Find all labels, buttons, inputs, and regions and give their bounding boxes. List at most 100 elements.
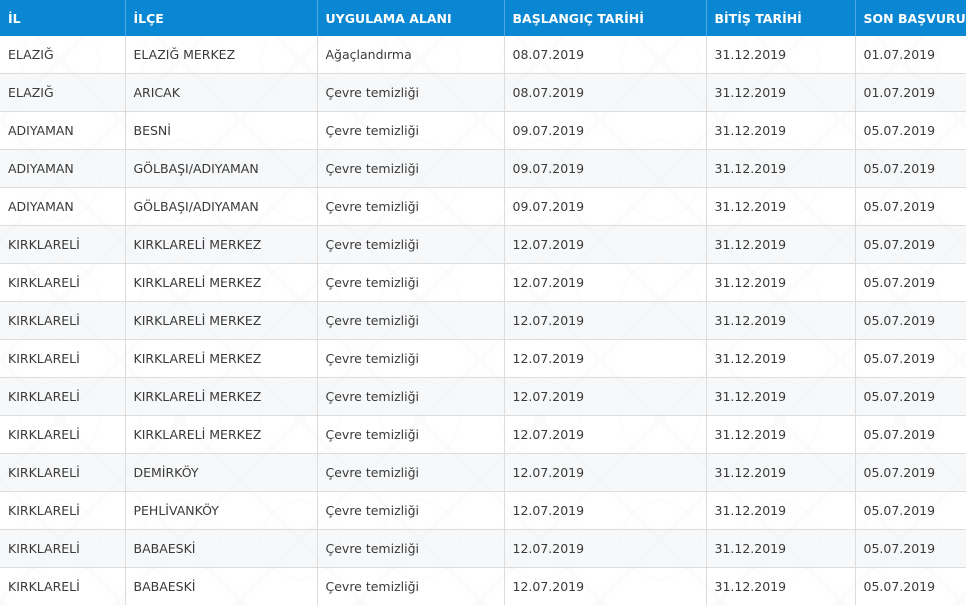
cell-son-basvuru: 05.07.2019 [855, 187, 966, 226]
cell-ilce: KIRKLARELİ MERKEZ [125, 263, 318, 302]
column-header-baslangic-tarihi[interactable]: BAŞLANGIÇ TARİHİ [504, 0, 707, 36]
cell-baslangic-tarihi: 12.07.2019 [504, 491, 707, 530]
table-header: İL İLÇE UYGULAMA ALANI BAŞLANGIÇ TARİHİ … [0, 0, 966, 36]
cell-baslangic-tarihi: 12.07.2019 [504, 453, 707, 492]
cell-ilce: KIRKLARELİ MERKEZ [125, 339, 318, 378]
cell-il: ADIYAMAN [0, 111, 126, 150]
table-row[interactable]: KIRKLARELİ PEHLİVANKÖY Çevre temizliği 12.0… [0, 491, 966, 530]
cell-uygulama-alani: Çevre temizliği [317, 567, 505, 605]
cell-bitis-tarihi: 31.12.2019 [706, 567, 856, 605]
cell-il: ADIYAMAN [0, 187, 126, 226]
cell-il: KIRKLARELİ [0, 567, 126, 605]
cell-uygulama-alani: Çevre temizliği [317, 73, 505, 112]
cell-il: KIRKLARELİ [0, 453, 126, 492]
cell-ilce: ARICAK [125, 73, 318, 112]
column-header-uygulama-alani[interactable]: UYGULAMA ALANI [317, 0, 505, 36]
cell-baslangic-tarihi: 09.07.2019 [504, 149, 707, 188]
cell-son-basvuru: 05.07.2019 [855, 567, 966, 605]
cell-son-basvuru: 05.07.2019 [855, 339, 966, 378]
cell-bitis-tarihi: 31.12.2019 [706, 453, 856, 492]
cell-uygulama-alani: Çevre temizliği [317, 529, 505, 568]
cell-ilce: KIRKLARELİ MERKEZ [125, 377, 318, 416]
program-table: İL İLÇE UYGULAMA ALANI BAŞLANGIÇ TARİHİ … [0, 0, 966, 605]
cell-il: KIRKLARELİ [0, 529, 126, 568]
cell-bitis-tarihi: 31.12.2019 [706, 415, 856, 454]
cell-son-basvuru: 05.07.2019 [855, 415, 966, 454]
table-body: ELAZIĞ ELAZIĞ MERKEZ Ağaçlandırma 08.07.201… [0, 36, 966, 605]
column-header-ilce[interactable]: İLÇE [125, 0, 318, 36]
cell-baslangic-tarihi: 09.07.2019 [504, 111, 707, 150]
cell-il: ELAZIĞ [0, 36, 126, 74]
column-header-il[interactable]: İL [0, 0, 126, 36]
cell-bitis-tarihi: 31.12.2019 [706, 377, 856, 416]
cell-uygulama-alani: Çevre temizliği [317, 377, 505, 416]
cell-baslangic-tarihi: 12.07.2019 [504, 225, 707, 264]
cell-son-basvuru: 01.07.2019 [855, 73, 966, 112]
cell-son-basvuru: 05.07.2019 [855, 491, 966, 530]
cell-uygulama-alani: Çevre temizliği [317, 339, 505, 378]
cell-son-basvuru: 05.07.2019 [855, 263, 966, 302]
cell-uygulama-alani: Çevre temizliği [317, 415, 505, 454]
cell-baslangic-tarihi: 12.07.2019 [504, 263, 707, 302]
cell-il: KIRKLARELİ [0, 339, 126, 378]
cell-uygulama-alani: Çevre temizliği [317, 263, 505, 302]
cell-son-basvuru: 05.07.2019 [855, 529, 966, 568]
cell-bitis-tarihi: 31.12.2019 [706, 187, 856, 226]
table-row[interactable]: ADIYAMAN GÖLBAŞI/ADIYAMAN Çevre temizliği 0… [0, 187, 966, 226]
cell-ilce: BABAESKİ [125, 567, 318, 605]
cell-bitis-tarihi: 31.12.2019 [706, 73, 856, 112]
cell-ilce: GÖLBAŞI/ADIYAMAN [125, 187, 318, 226]
cell-ilce: BESNİ [125, 111, 318, 150]
cell-bitis-tarihi: 31.12.2019 [706, 491, 856, 530]
cell-il: KIRKLARELİ [0, 263, 126, 302]
cell-son-basvuru: 05.07.2019 [855, 149, 966, 188]
cell-il: KIRKLARELİ [0, 491, 126, 530]
cell-bitis-tarihi: 31.12.2019 [706, 225, 856, 264]
cell-il: ADIYAMAN [0, 149, 126, 188]
cell-bitis-tarihi: 31.12.2019 [706, 301, 856, 340]
cell-uygulama-alani: Çevre temizliği [317, 491, 505, 530]
cell-ilce: KIRKLARELİ MERKEZ [125, 225, 318, 264]
cell-uygulama-alani: Çevre temizliği [317, 149, 505, 188]
cell-bitis-tarihi: 31.12.2019 [706, 111, 856, 150]
table-row[interactable]: KIRKLARELİ KIRKLARELİ MERKEZ Çevre temizli… [0, 339, 966, 378]
table-row[interactable]: ELAZIĞ ARICAK Çevre temizliği 08.07.2019 31.… [0, 73, 966, 112]
cell-son-basvuru: 05.07.2019 [855, 225, 966, 264]
table-row[interactable]: ADIYAMAN BESNİ Çevre temizliği 09.07.2019 31… [0, 111, 966, 150]
cell-uygulama-alani: Çevre temizliği [317, 225, 505, 264]
table-row[interactable]: KIRKLARELİ KIRKLARELİ MERKEZ Çevre temizli… [0, 377, 966, 416]
cell-baslangic-tarihi: 12.07.2019 [504, 301, 707, 340]
cell-il: ELAZIĞ [0, 73, 126, 112]
table-row[interactable]: ADIYAMAN GÖLBAŞI/ADIYAMAN Çevre temizliği 0… [0, 149, 966, 188]
table-row[interactable]: KIRKLARELİ BABAESKİ Çevre temizliği 12.07.2… [0, 567, 966, 605]
cell-il: KIRKLARELİ [0, 415, 126, 454]
cell-uygulama-alani: Çevre temizliği [317, 187, 505, 226]
cell-uygulama-alani: Çevre temizliği [317, 453, 505, 492]
cell-uygulama-alani: Çevre temizliği [317, 301, 505, 340]
cell-ilce: DEMİRKÖY [125, 453, 318, 492]
column-header-bitis-tarihi[interactable]: BİTİŞ TARİHİ [706, 0, 856, 36]
column-header-son-basvuru[interactable]: SON BAŞVURU [855, 0, 966, 36]
cell-son-basvuru: 01.07.2019 [855, 36, 966, 74]
cell-ilce: KIRKLARELİ MERKEZ [125, 415, 318, 454]
cell-son-basvuru: 05.07.2019 [855, 111, 966, 150]
table-row[interactable]: KIRKLARELİ KIRKLARELİ MERKEZ Çevre temizli… [0, 225, 966, 264]
table-row[interactable]: KIRKLARELİ BABAESKİ Çevre temizliği 12.07.2… [0, 529, 966, 568]
cell-bitis-tarihi: 31.12.2019 [706, 149, 856, 188]
cell-uygulama-alani: Çevre temizliği [317, 111, 505, 150]
table-row[interactable]: KIRKLARELİ KIRKLARELİ MERKEZ Çevre temizli… [0, 301, 966, 340]
table-row[interactable]: KIRKLARELİ KIRKLARELİ MERKEZ Çevre temizli… [0, 263, 966, 302]
table-row[interactable]: KIRKLARELİ KIRKLARELİ MERKEZ Çevre temizli… [0, 415, 966, 454]
cell-baslangic-tarihi: 12.07.2019 [504, 567, 707, 605]
table-row[interactable]: ELAZIĞ ELAZIĞ MERKEZ Ağaçlandırma 08.07.201… [0, 36, 966, 74]
cell-ilce: GÖLBAŞI/ADIYAMAN [125, 149, 318, 188]
cell-bitis-tarihi: 31.12.2019 [706, 263, 856, 302]
cell-son-basvuru: 05.07.2019 [855, 301, 966, 340]
cell-uygulama-alani: Ağaçlandırma [317, 36, 505, 74]
cell-ilce: BABAESKİ [125, 529, 318, 568]
cell-bitis-tarihi: 31.12.2019 [706, 339, 856, 378]
cell-baslangic-tarihi: 09.07.2019 [504, 187, 707, 226]
cell-il: KIRKLARELİ [0, 225, 126, 264]
cell-son-basvuru: 05.07.2019 [855, 377, 966, 416]
table-row[interactable]: KIRKLARELİ DEMİRKÖY Çevre temizliği 12.07.2… [0, 453, 966, 492]
